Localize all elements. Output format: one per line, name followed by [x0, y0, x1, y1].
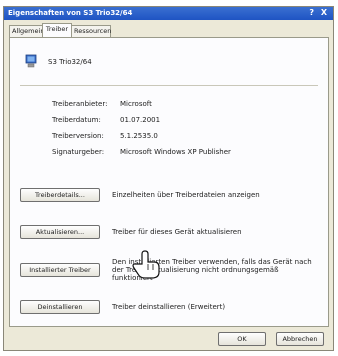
uninstall-driver-button[interactable]: Deinstallieren: [20, 300, 100, 314]
update-driver-description: Treiber für dieses Gerät aktualisieren: [112, 228, 242, 236]
driver-date-value: 01.07.2001: [120, 116, 161, 124]
digital-signer-value: Microsoft Windows XP Publisher: [120, 148, 231, 156]
tab-treiber[interactable]: Treiber: [42, 23, 72, 38]
help-button[interactable]: ?: [309, 8, 316, 17]
tab-ressourcen[interactable]: Ressourcen: [71, 25, 111, 37]
driver-tab-panel: S3 Trio32/64 Treiberanbieter: Microsoft …: [9, 37, 329, 327]
title-buttons: ? X: [309, 8, 329, 17]
separator: [20, 85, 318, 86]
roll-back-driver-button[interactable]: Installierter Treiber: [20, 263, 100, 277]
driver-date-label: Treiberdatum:: [52, 116, 101, 124]
driver-version-label: Treiberversion:: [52, 132, 104, 140]
title-bar: Eigenschaften von S3 Trio32/64 ? X: [4, 7, 333, 20]
display-adapter-icon: [25, 54, 37, 68]
update-driver-button[interactable]: Aktualisieren...: [20, 225, 100, 239]
driver-details-button[interactable]: Treiberdetails...: [20, 188, 100, 202]
driver-version-value: 5.1.2535.0: [120, 132, 158, 140]
ok-button[interactable]: OK: [218, 332, 266, 346]
properties-dialog: Eigenschaften von S3 Trio32/64 ? X Allge…: [3, 6, 334, 351]
tab-allgemein[interactable]: Allgemein: [9, 25, 44, 37]
driver-details-description: Einzelheiten über Treiberdateien anzeige…: [112, 191, 260, 199]
hand-cursor-icon: [132, 250, 160, 279]
digital-signer-label: Signaturgeber:: [52, 148, 105, 156]
driver-provider-value: Microsoft: [120, 100, 152, 108]
cancel-button[interactable]: Abbrechen: [276, 332, 324, 346]
close-button[interactable]: X: [321, 8, 329, 17]
driver-provider-label: Treiberanbieter:: [52, 100, 108, 108]
window-title: Eigenschaften von S3 Trio32/64: [8, 9, 133, 17]
uninstall-driver-description: Treiber deinstallieren (Erweitert): [112, 303, 226, 311]
device-name: S3 Trio32/64: [48, 58, 92, 66]
